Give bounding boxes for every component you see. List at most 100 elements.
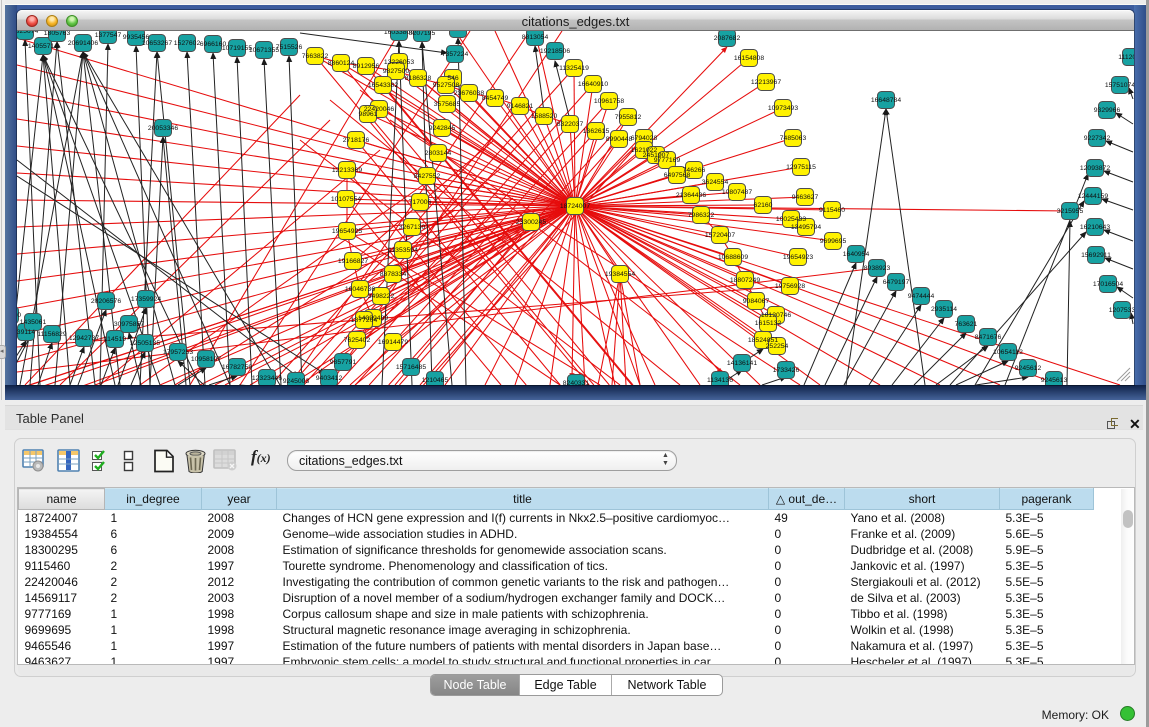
svg-text:8240331: 8240331 xyxy=(563,380,590,385)
svg-text:12505135: 12505135 xyxy=(130,340,160,347)
svg-text:19654923: 19654923 xyxy=(783,254,813,261)
svg-text:13495794: 13495794 xyxy=(791,224,821,231)
svg-text:1377547: 1377547 xyxy=(95,32,122,39)
svg-text:39114: 39114 xyxy=(17,329,35,336)
svg-text:9474444: 9474444 xyxy=(908,293,935,300)
svg-text:3575685: 3575685 xyxy=(434,101,461,108)
svg-text:1640954: 1640954 xyxy=(843,251,870,258)
svg-text:12323446: 12323446 xyxy=(252,375,282,382)
svg-text:19218506: 19218506 xyxy=(540,48,570,55)
svg-text:12213369: 12213369 xyxy=(332,167,362,174)
svg-text:546: 546 xyxy=(447,75,459,82)
svg-text:3624554: 3624554 xyxy=(702,179,729,186)
svg-text:1588520: 1588520 xyxy=(531,113,558,120)
svg-text:252254: 252254 xyxy=(766,343,789,350)
svg-text:10961758: 10961758 xyxy=(594,98,624,105)
svg-text:19384554: 19384554 xyxy=(605,271,635,278)
svg-text:6497568: 6497568 xyxy=(664,172,691,179)
svg-text:8322037: 8322037 xyxy=(557,121,584,128)
svg-text:3215955: 3215955 xyxy=(1057,208,1084,215)
svg-text:7515526: 7515526 xyxy=(276,44,303,51)
svg-text:16543382: 16543382 xyxy=(368,82,398,89)
svg-text:18724007: 18724007 xyxy=(560,203,590,210)
svg-text:15751074: 15751074 xyxy=(1105,82,1134,89)
svg-text:10025433: 10025433 xyxy=(776,216,806,223)
svg-text:62160: 62160 xyxy=(754,202,773,209)
svg-text:16782759: 16782759 xyxy=(222,364,252,371)
svg-text:16640910: 16640910 xyxy=(578,81,608,88)
svg-text:8860124: 8860124 xyxy=(328,60,355,67)
svg-text:19654925: 19654925 xyxy=(332,228,362,235)
svg-text:16210643: 16210643 xyxy=(1080,224,1110,231)
svg-text:20053346: 20053346 xyxy=(148,125,178,132)
svg-text:19756928: 19756928 xyxy=(775,283,805,290)
svg-text:9245003: 9245003 xyxy=(283,378,310,385)
svg-text:3498222: 3498222 xyxy=(368,293,395,300)
svg-text:9699695: 9699695 xyxy=(820,238,847,245)
svg-text:17957253: 17957253 xyxy=(163,349,193,356)
svg-text:10688609: 10688609 xyxy=(718,254,748,261)
svg-text:12093872: 12093872 xyxy=(1080,165,1110,172)
svg-text:9227342: 9227342 xyxy=(1084,135,1111,142)
svg-text:16914479: 16914479 xyxy=(378,339,408,346)
svg-text:12444159: 12444159 xyxy=(1078,193,1108,200)
svg-text:1733426: 1733426 xyxy=(773,367,800,374)
svg-text:23300245: 23300245 xyxy=(516,219,546,226)
svg-text:6794028: 6794028 xyxy=(631,135,658,142)
svg-text:16154808: 16154808 xyxy=(734,55,764,62)
svg-text:8427552: 8427552 xyxy=(414,173,441,180)
svg-text:2718176: 2718176 xyxy=(343,137,370,144)
svg-text:2803144: 2803144 xyxy=(425,150,452,157)
svg-text:10807487: 10807487 xyxy=(722,189,752,196)
svg-text:8471676: 8471676 xyxy=(975,334,1002,341)
svg-text:98961: 98961 xyxy=(359,111,378,118)
svg-text:8207195: 8207195 xyxy=(409,31,436,37)
svg-text:9245613: 9245613 xyxy=(1041,377,1068,384)
svg-text:16046736: 16046736 xyxy=(345,286,375,293)
svg-text:1805763: 1805763 xyxy=(44,31,71,37)
svg-text:20206576: 20206576 xyxy=(91,298,121,305)
svg-text:15692911: 15692911 xyxy=(1081,252,1111,259)
svg-text:30975857: 30975857 xyxy=(114,321,144,328)
svg-text:7663822: 7663822 xyxy=(302,53,329,60)
svg-text:17016504: 17016504 xyxy=(1093,281,1123,288)
svg-text:8990448: 8990448 xyxy=(606,136,633,143)
svg-text:15716485: 15716485 xyxy=(396,364,426,371)
svg-text:113100: 113100 xyxy=(17,312,21,319)
svg-text:11156829: 11156829 xyxy=(37,331,66,338)
svg-text:9245612: 9245612 xyxy=(1015,365,1042,372)
svg-text:14136141: 14136141 xyxy=(727,360,757,367)
svg-text:717006: 717006 xyxy=(409,199,432,206)
svg-text:13226053: 13226053 xyxy=(384,59,414,66)
svg-text:1435061: 1435061 xyxy=(20,319,47,326)
svg-text:9463627: 9463627 xyxy=(792,194,819,201)
svg-text:10653267: 10653267 xyxy=(142,40,172,47)
svg-text:9527508: 9527508 xyxy=(433,82,460,89)
svg-text:763621: 763621 xyxy=(955,321,978,328)
svg-text:1377204: 1377204 xyxy=(351,317,378,324)
svg-text:8454749: 8454749 xyxy=(482,95,509,102)
svg-text:12213967: 12213967 xyxy=(751,79,781,86)
svg-text:2087682: 2087682 xyxy=(714,35,741,42)
svg-text:2935114: 2935114 xyxy=(931,306,957,313)
svg-text:6479197: 6479197 xyxy=(883,279,910,286)
svg-text:14055714: 14055714 xyxy=(28,43,58,50)
svg-text:8938923: 8938923 xyxy=(864,265,891,272)
svg-text:2325674: 2325674 xyxy=(17,31,38,35)
svg-text:15720407: 15720407 xyxy=(705,232,735,239)
svg-text:10107554: 10107554 xyxy=(331,196,361,203)
svg-text:10719155: 10719155 xyxy=(222,45,252,52)
svg-text:1615132: 1615132 xyxy=(755,320,782,327)
svg-text:16120746: 16120746 xyxy=(761,312,791,319)
svg-text:1112096: 1112096 xyxy=(1118,54,1134,61)
svg-text:114519: 114519 xyxy=(104,336,126,343)
svg-text:9242845: 9242845 xyxy=(429,125,456,132)
svg-text:1210465: 1210465 xyxy=(422,377,449,384)
svg-text:17359924: 17359924 xyxy=(131,296,161,303)
svg-text:9403412: 9403412 xyxy=(316,375,343,382)
svg-text:16648784: 16648784 xyxy=(871,97,901,104)
svg-text:10671355: 10671355 xyxy=(249,47,279,54)
svg-text:18807249: 18807249 xyxy=(730,277,760,284)
svg-text:10973493: 10973493 xyxy=(768,105,798,112)
svg-text:12942737: 12942737 xyxy=(69,335,99,342)
